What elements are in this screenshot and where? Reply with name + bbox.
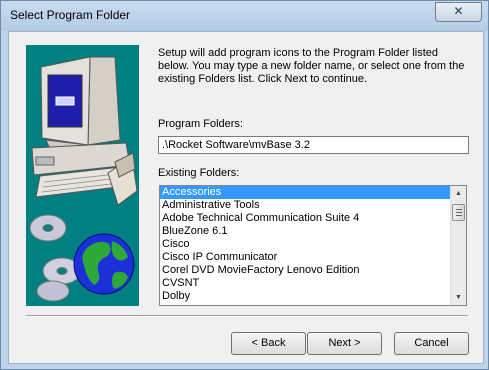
cd-icon <box>29 214 82 302</box>
folder-list-item[interactable]: Administrative Tools <box>160 199 466 212</box>
program-folders-label: Program Folders: <box>158 118 243 130</box>
button-separator <box>26 315 468 317</box>
window-title: Select Program Folder <box>10 8 131 22</box>
existing-folders-list[interactable]: Accessories Administrative Tools Adobe Tec… <box>159 185 467 306</box>
setup-illustration-graphic <box>29 56 138 302</box>
close-icon: ✕ <box>453 4 464 18</box>
instructions-text: Setup will add program icons to the Prog… <box>158 47 465 85</box>
folder-list-item[interactable]: Accessories <box>160 186 466 199</box>
folder-list-item[interactable]: Corel DVD MovieFactory Lenovo Edition <box>160 264 466 277</box>
title-bar[interactable]: Select Program Folder ✕ <box>1 1 488 31</box>
existing-folders-label: Existing Folders: <box>158 167 240 179</box>
folder-list-item[interactable]: Dolby <box>160 290 466 303</box>
cancel-button[interactable]: Cancel <box>394 332 469 355</box>
list-scrollbar[interactable]: ▲ ▼ <box>450 186 466 305</box>
folder-list-item[interactable]: Cisco <box>160 238 466 251</box>
setup-dialog-window: Select Program Folder ✕ Setup will add p… <box>0 0 489 370</box>
setup-illustration <box>26 45 139 306</box>
computer-icon <box>31 56 138 206</box>
globe-icon <box>73 233 135 295</box>
folder-list-item[interactable]: BlueZone 6.1 <box>160 225 466 238</box>
folder-list-item[interactable]: CVSNT <box>160 277 466 290</box>
program-folder-input[interactable]: .\Rocket Software\mvBase 3.2 <box>158 136 469 154</box>
close-button[interactable]: ✕ <box>435 2 482 22</box>
back-button[interactable]: < Back <box>231 332 306 355</box>
folder-list-item[interactable]: Cisco IP Communicator <box>160 251 466 264</box>
scrollbar-thumb[interactable] <box>452 204 465 221</box>
existing-folders-items: Accessories Administrative Tools Adobe Tec… <box>160 186 466 303</box>
dialog-content: Setup will add program icons to the Prog… <box>8 31 484 364</box>
next-button[interactable]: Next > <box>307 332 382 355</box>
folder-list-item[interactable]: Adobe Technical Communication Suite 4 <box>160 212 466 225</box>
scroll-up-arrow-icon[interactable]: ▲ <box>451 186 466 201</box>
scroll-down-arrow-icon[interactable]: ▼ <box>451 290 466 305</box>
